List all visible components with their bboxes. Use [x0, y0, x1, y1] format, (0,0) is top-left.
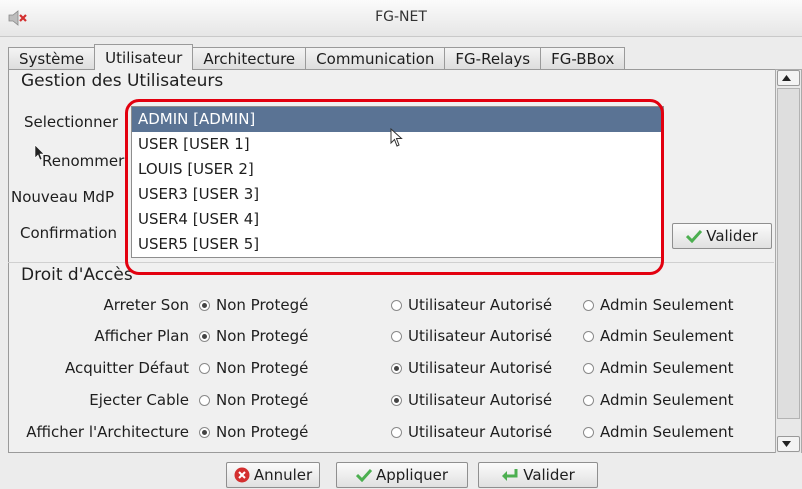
tab-systeme[interactable]: Système [8, 47, 96, 70]
radio-utilisateur-autorise[interactable]: Utilisateur Autorisé [391, 423, 552, 441]
tab-bar: Système Utilisateur Architecture Communi… [8, 44, 626, 70]
scroll-up-button[interactable] [777, 70, 800, 86]
radio-utilisateur-autorise[interactable]: Utilisateur Autorisé [391, 327, 552, 345]
tab-fg-bbox[interactable]: FG-BBox [540, 47, 626, 70]
radio-admin-seulement[interactable]: Admin Seulement [583, 423, 733, 441]
user-option[interactable]: LOUIS [USER 2] [132, 157, 663, 182]
scroll-thumb[interactable] [777, 88, 800, 419]
radio-admin-seulement[interactable]: Admin Seulement [583, 327, 733, 345]
access-row-label: Acquitter Défaut [64, 359, 189, 377]
return-arrow-icon [502, 469, 518, 481]
window-title: FG-NET [375, 9, 427, 25]
access-row-label: Afficher l'Architecture [26, 423, 189, 441]
radio-dot [391, 299, 402, 311]
radio-dot [391, 362, 402, 374]
radio-non-protege[interactable]: Non Protegé [199, 296, 308, 314]
radio-dot [199, 362, 210, 374]
radio-label: Non Protegé [216, 359, 309, 377]
radio-dot [583, 426, 594, 438]
user-option[interactable]: USER4 [USER 4] [132, 207, 663, 232]
radio-dot [199, 426, 210, 438]
radio-non-protege[interactable]: Non Protegé [199, 423, 308, 441]
access-row-label: Ejecter Cable [89, 391, 189, 409]
radio-dot [583, 299, 594, 311]
user-option[interactable]: USER3 [USER 3] [132, 182, 663, 207]
cancel-icon [234, 467, 250, 483]
arrow-up-icon [782, 75, 791, 81]
radio-label: Non Protegé [216, 391, 309, 409]
radio-non-protege[interactable]: Non Protegé [199, 327, 308, 345]
arrow-down-icon [782, 441, 791, 447]
select-user-label: Selectionner [24, 113, 119, 131]
section-divider [8, 262, 774, 263]
validate-password-button[interactable]: Valider [672, 223, 772, 249]
radio-non-protege[interactable]: Non Protegé [199, 359, 308, 377]
radio-admin-seulement[interactable]: Admin Seulement [583, 359, 733, 377]
radio-dot [391, 330, 402, 342]
apply-label: Appliquer [375, 466, 449, 484]
tab-architecture[interactable]: Architecture [192, 47, 307, 70]
radio-label: Admin Seulement [600, 296, 734, 314]
tab-communication[interactable]: Communication [305, 47, 446, 70]
cancel-label: Annuler [253, 466, 313, 484]
radio-dot [583, 362, 594, 374]
new-password-label: Nouveau MdP [11, 188, 114, 206]
access-row-label: Arreter Son [103, 296, 189, 314]
validate-button[interactable]: Valider [478, 462, 598, 488]
radio-admin-seulement[interactable]: Admin Seulement [583, 296, 733, 314]
access-section-title: Droit d'Accès [21, 265, 133, 285]
radio-label: Utilisateur Autorisé [408, 423, 553, 441]
radio-utilisateur-autorise[interactable]: Utilisateur Autorisé [391, 296, 552, 314]
radio-non-protege[interactable]: Non Protegé [199, 391, 308, 409]
mouse-pointer-icon [390, 128, 403, 147]
radio-label: Utilisateur Autorisé [408, 359, 553, 377]
radio-dot [391, 426, 402, 438]
title-bar: FG-NET [0, 0, 802, 37]
check-icon [355, 468, 372, 482]
radio-dot [199, 330, 210, 342]
tab-utilisateur[interactable]: Utilisateur [94, 44, 194, 70]
radio-utilisateur-autorise[interactable]: Utilisateur Autorisé [391, 391, 552, 409]
tab-fg-relays[interactable]: FG-Relays [444, 47, 542, 70]
radio-dot [583, 394, 594, 406]
cancel-button[interactable]: Annuler [226, 462, 320, 488]
radio-dot [391, 394, 402, 406]
radio-label: Non Protegé [216, 296, 309, 314]
radio-dot [199, 299, 210, 311]
check-icon [686, 229, 703, 243]
radio-label: Non Protegé [216, 423, 309, 441]
confirmation-label: Confirmation [20, 224, 118, 242]
scroll-down-button[interactable] [777, 436, 800, 452]
users-section-title: Gestion des Utilisateurs [21, 71, 224, 91]
rename-label: Renommer [42, 152, 125, 170]
radio-label: Admin Seulement [600, 327, 734, 345]
radio-label: Admin Seulement [600, 359, 734, 377]
radio-dot [583, 330, 594, 342]
validate-label: Valider [523, 466, 575, 484]
radio-dot [199, 394, 210, 406]
radio-label: Utilisateur Autorisé [408, 391, 553, 409]
apply-button[interactable]: Appliquer [336, 462, 468, 488]
radio-label: Utilisateur Autorisé [408, 296, 553, 314]
radio-label: Non Protegé [216, 327, 309, 345]
mouse-pointer-icon [34, 144, 45, 161]
radio-label: Admin Seulement [600, 391, 734, 409]
radio-admin-seulement[interactable]: Admin Seulement [583, 391, 733, 409]
access-row-label: Afficher Plan [94, 327, 189, 345]
validate-password-label: Valider [706, 227, 758, 245]
radio-label: Utilisateur Autorisé [408, 327, 553, 345]
radio-utilisateur-autorise[interactable]: Utilisateur Autorisé [391, 359, 552, 377]
user-option[interactable]: USER5 [USER 5] [132, 232, 663, 257]
vertical-scrollbar[interactable] [775, 69, 802, 455]
radio-label: Admin Seulement [600, 423, 734, 441]
